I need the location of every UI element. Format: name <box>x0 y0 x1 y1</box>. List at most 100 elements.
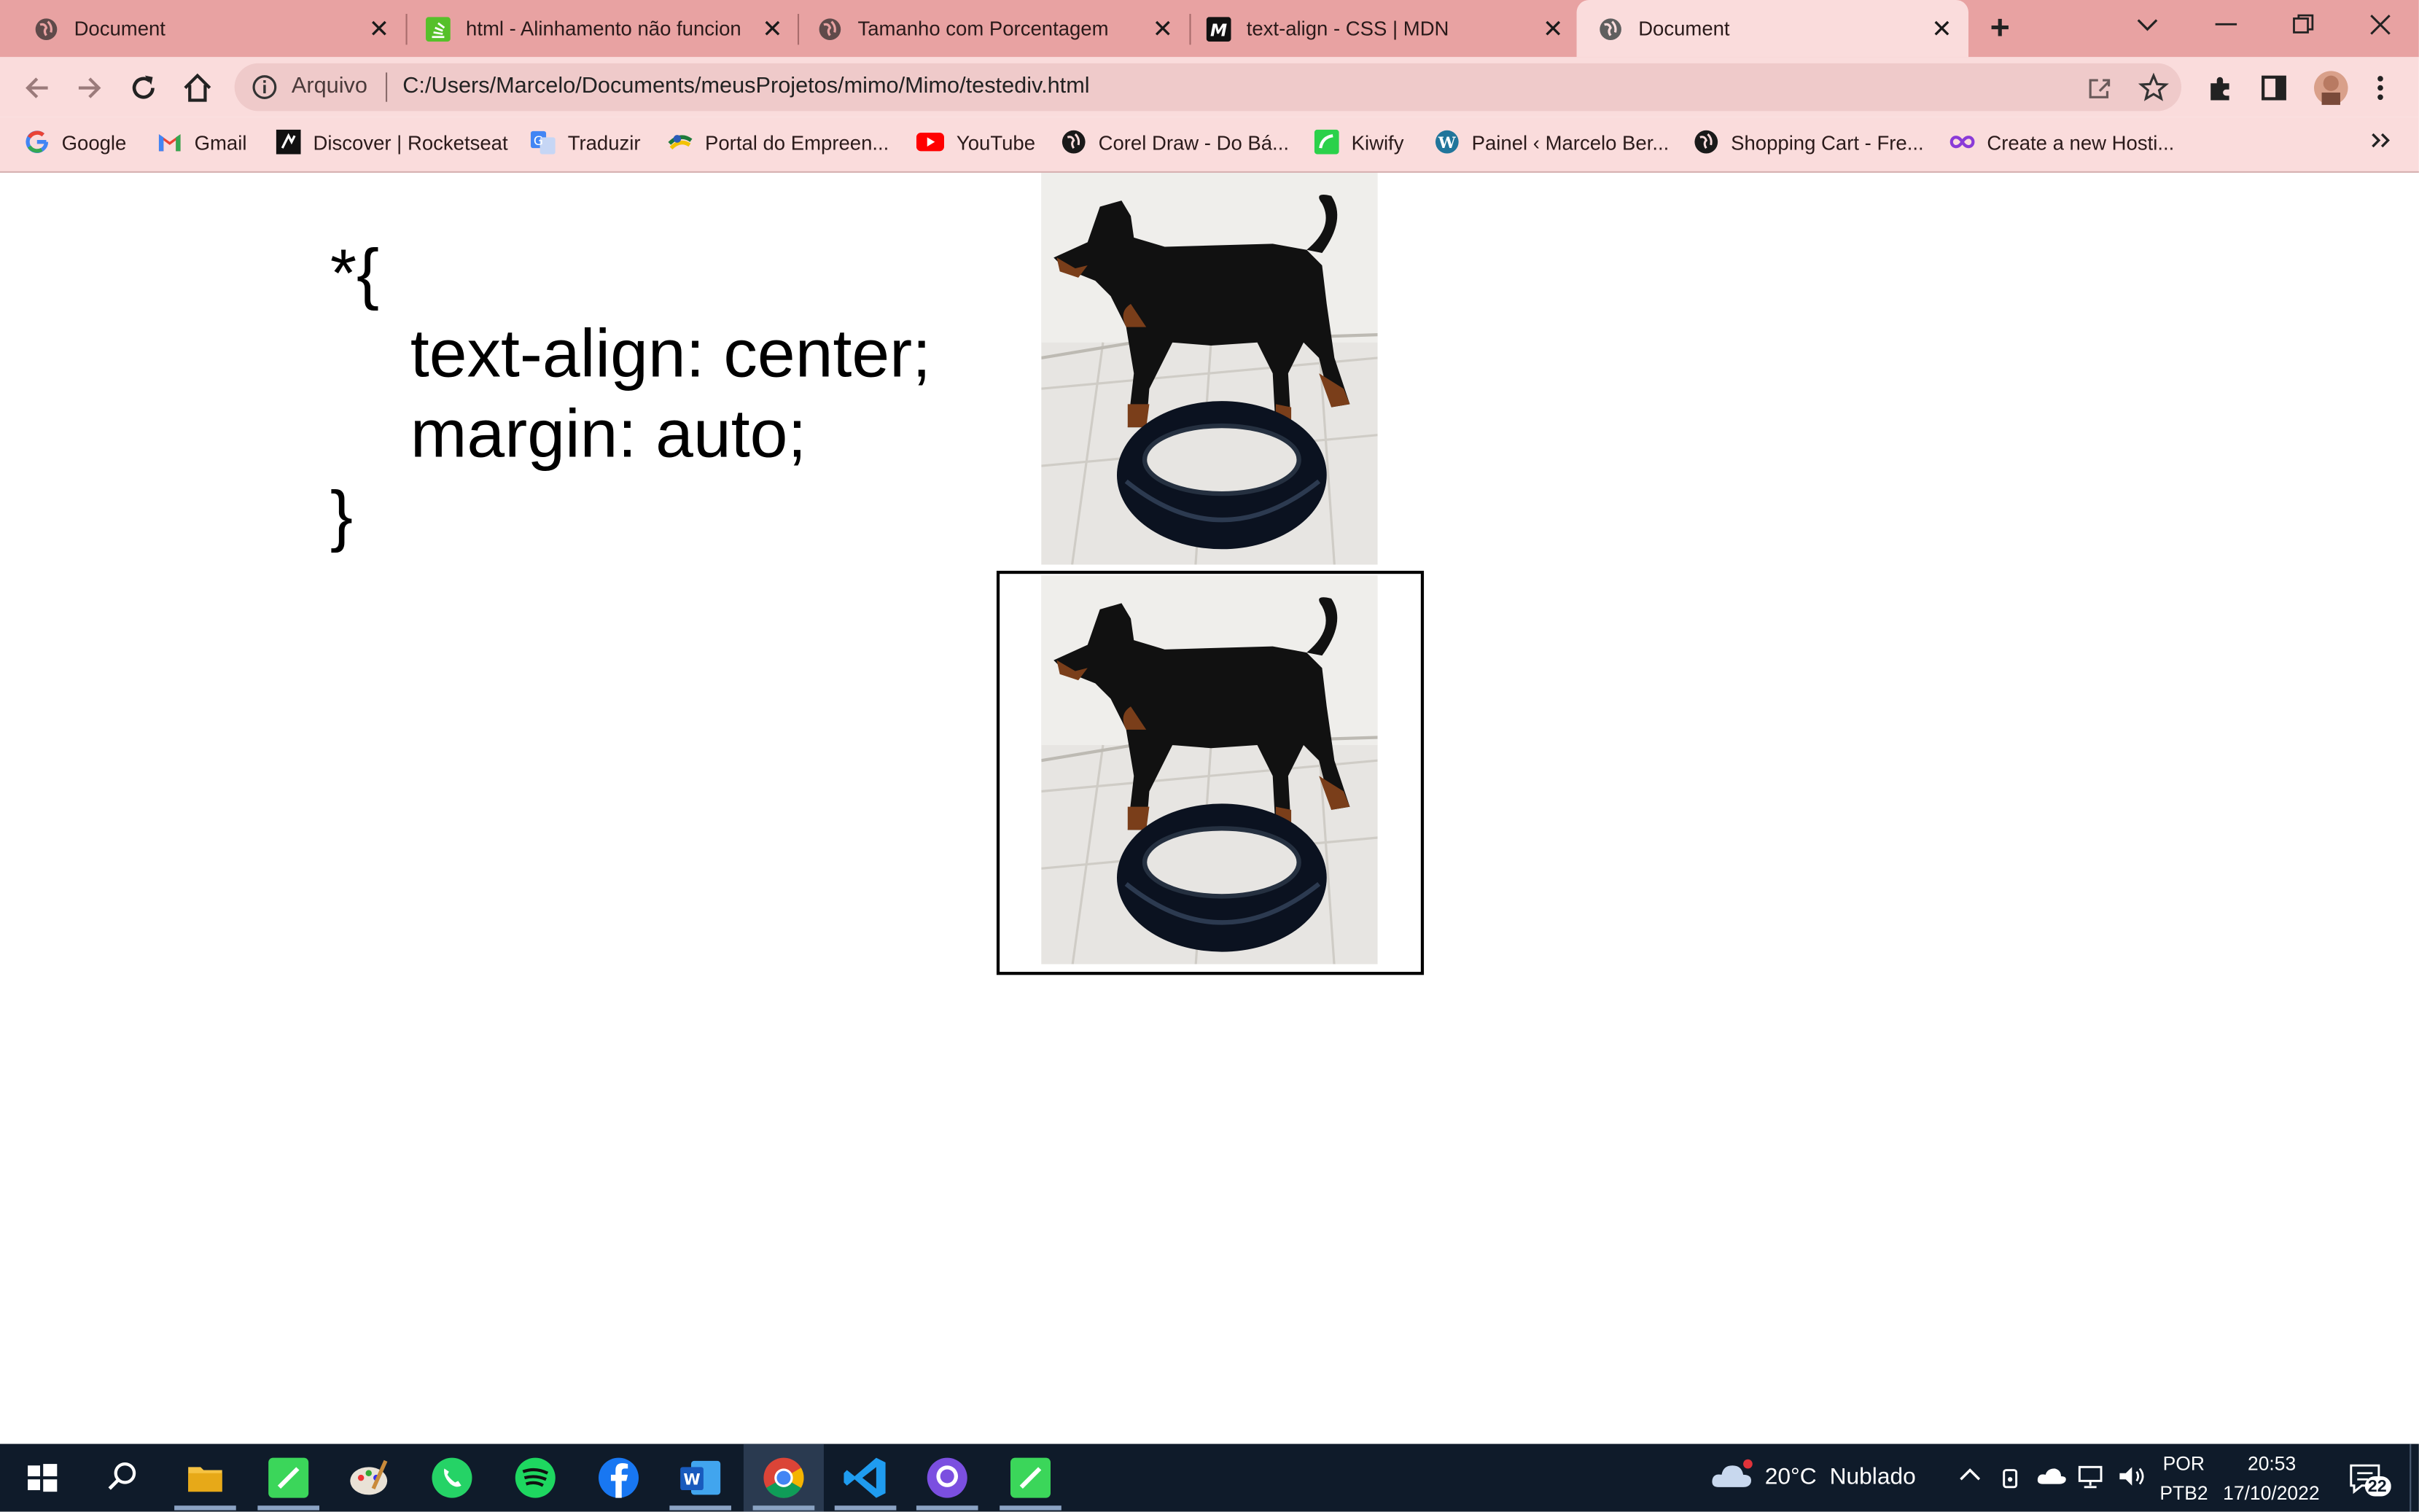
forward-arrow-icon[interactable] <box>72 71 106 105</box>
code-line-margin: margin: auto; <box>410 396 807 472</box>
bookmark-label: Kiwify <box>1351 130 1404 154</box>
info-icon[interactable] <box>252 74 278 101</box>
tab-document-1[interactable]: Document ✕ <box>0 0 404 57</box>
menu-kebab-icon[interactable] <box>2375 74 2387 102</box>
site-info-label[interactable]: Arquivo <box>292 74 367 99</box>
onedrive-cloud-icon[interactable] <box>2036 1467 2067 1485</box>
url-text[interactable]: C:/Users/Marcelo/Documents/meusProjetos/… <box>402 74 1089 99</box>
bookmark-kiwify[interactable]: Kiwify <box>1314 128 1404 156</box>
bookmark-gmail[interactable]: Gmail <box>157 128 246 156</box>
tab-tamanho[interactable]: Tamanho com Porcentagem ✕ <box>784 0 1188 57</box>
bookmark-rocketseat[interactable]: Discover | Rocketseat <box>276 128 508 156</box>
globe-icon <box>1694 130 1718 154</box>
bookmark-google[interactable]: Google <box>25 128 126 156</box>
omnibox-divider <box>386 72 388 102</box>
tab-document-active[interactable]: Document ✕ <box>1576 0 1969 58</box>
running-indicator <box>669 1505 731 1511</box>
bookmark-label: Traduzir <box>567 130 641 154</box>
reload-icon[interactable] <box>127 71 161 105</box>
tab-title: Document <box>1638 17 1730 41</box>
svg-text:W: W <box>683 1470 700 1489</box>
rocketseat-icon <box>276 129 301 155</box>
tab-mdn[interactable]: M text-align - CSS | MDN ✕ <box>1172 0 1576 57</box>
svg-text:M: M <box>1210 21 1227 41</box>
input-language[interactable]: POR <box>2163 1453 2205 1475</box>
chevron-up-icon[interactable] <box>1959 1467 1981 1482</box>
cloud-weather-icon[interactable] <box>1710 1457 1756 1494</box>
chrome-icon[interactable] <box>757 1451 810 1504</box>
youtube-icon <box>916 132 944 152</box>
rottweiler-with-tire-image <box>1041 172 1378 565</box>
whatsapp-icon[interactable] <box>426 1451 478 1504</box>
bookmark-portal[interactable]: Portal do Empreen... <box>668 128 889 156</box>
close-tab-icon[interactable]: ✕ <box>1543 14 1563 44</box>
show-desktop-strip[interactable] <box>2410 1443 2412 1512</box>
svg-text:G: G <box>534 133 543 148</box>
green-app-icon[interactable] <box>1005 1451 1057 1504</box>
search-icon[interactable] <box>96 1451 148 1504</box>
tab-title: text-align - CSS | MDN <box>1246 17 1449 41</box>
weather-text[interactable]: Nublado <box>1830 1464 1916 1490</box>
paint-app-icon[interactable] <box>343 1451 395 1504</box>
side-panel-icon[interactable] <box>2260 74 2288 102</box>
bookmark-hosting[interactable]: Create a new Hosti... <box>1949 128 2175 156</box>
tab-stackoverflow[interactable]: html - Alinhamento não funcion ✕ <box>392 0 795 57</box>
github-desktop-icon[interactable] <box>921 1451 973 1504</box>
globe-icon <box>1600 18 1621 41</box>
bookmarks-overflow-chevron-icon[interactable] <box>2369 131 2391 149</box>
close-tab-icon[interactable]: ✕ <box>369 14 389 44</box>
bookmark-label: Portal do Empreen... <box>705 130 889 154</box>
restore-icon[interactable] <box>2292 14 2314 36</box>
close-tab-icon[interactable]: ✕ <box>1153 14 1173 44</box>
clock-date[interactable]: 17/10/2022 <box>2223 1482 2319 1504</box>
close-tab-icon[interactable]: ✕ <box>762 14 782 44</box>
file-explorer-icon[interactable] <box>179 1451 231 1504</box>
rottweiler-with-tire-image <box>1041 575 1378 965</box>
bookmark-label: Shopping Cart - Fre... <box>1731 130 1924 154</box>
bookmark-shopping-cart[interactable]: Shopping Cart - Fre... <box>1694 128 1924 156</box>
close-tab-icon[interactable]: ✕ <box>1931 14 1952 44</box>
running-indicator <box>916 1505 978 1511</box>
close-window-icon[interactable] <box>2369 14 2391 36</box>
tab-title: Tamanho com Porcentagem <box>857 17 1109 41</box>
dog-photo <box>1041 172 1378 565</box>
vscode-icon[interactable] <box>839 1451 892 1504</box>
bookmark-coreldraw[interactable]: Corel Draw - Do Bá... <box>1062 128 1289 156</box>
bookmark-label: YouTube <box>956 130 1036 154</box>
code-line-close-brace: } <box>330 478 353 554</box>
bookmark-label: Discover | Rocketseat <box>313 130 508 154</box>
bookmark-painel[interactable]: W Painel ‹ Marcelo Ber... <box>1435 128 1669 156</box>
tab-title: Document <box>74 17 165 41</box>
spotify-icon[interactable] <box>509 1451 561 1504</box>
new-tab-button[interactable]: + <box>1990 8 2010 48</box>
network-icon[interactable] <box>2076 1464 2104 1489</box>
word-icon[interactable]: W <box>674 1451 727 1504</box>
bookmark-star-icon[interactable] <box>2138 72 2169 103</box>
clock-time[interactable]: 20:53 <box>2248 1453 2296 1475</box>
translate-icon: G <box>530 130 556 155</box>
volume-icon[interactable] <box>2116 1464 2147 1489</box>
minimize-icon[interactable] <box>2215 23 2237 26</box>
tab-title: html - Alinhamento não funcion <box>466 17 741 41</box>
tab-strip: Document ✕ html - Alinhamento não funcio… <box>0 0 2419 58</box>
bookmark-traduzir[interactable]: G Traduzir <box>530 128 641 156</box>
kiwify-icon <box>1314 129 1339 155</box>
bookmark-label: Create a new Hosti... <box>1987 130 2175 154</box>
globe-icon <box>1062 130 1086 154</box>
facebook-icon[interactable] <box>593 1451 645 1504</box>
windows-start-icon[interactable] <box>15 1451 68 1504</box>
home-icon[interactable] <box>181 71 215 105</box>
bookmark-youtube[interactable]: YouTube <box>916 128 1035 156</box>
tab-search-chevron-icon[interactable] <box>2135 15 2160 34</box>
weather-temp[interactable]: 20°C <box>1765 1464 1817 1490</box>
back-arrow-icon[interactable] <box>20 71 55 105</box>
meet-now-icon[interactable] <box>1999 1464 2021 1489</box>
google-icon <box>26 130 49 153</box>
portal-icon <box>668 135 693 150</box>
notification-count: 22 <box>2367 1478 2387 1497</box>
keyboard-layout[interactable]: PTB2 <box>2159 1482 2208 1504</box>
green-app-icon[interactable] <box>262 1451 315 1504</box>
extensions-puzzle-icon[interactable] <box>2206 72 2237 103</box>
share-icon[interactable] <box>2086 74 2114 102</box>
profile-avatar[interactable] <box>2313 69 2350 106</box>
